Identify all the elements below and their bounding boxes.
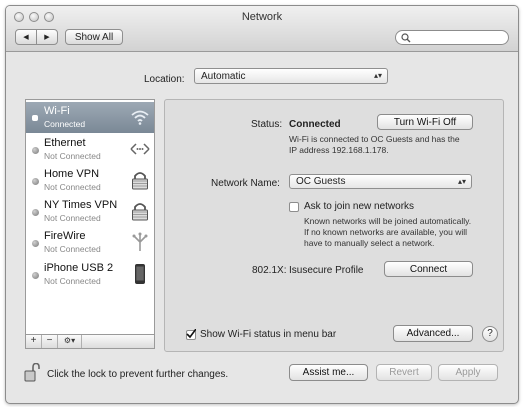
search-field[interactable] <box>395 30 509 45</box>
network-name-label: Network Name: <box>211 178 280 189</box>
show-wifi-status-label: Show Wi-Fi status in menu bar <box>200 329 337 340</box>
service-name: Ethernet <box>44 137 86 149</box>
service-item-iphone-usb-2[interactable]: iPhone USB 2 Not Connected <box>26 259 154 290</box>
vpn-lock-icon <box>132 172 148 190</box>
network-name-value: OC Guests <box>296 176 346 187</box>
popup-arrows-icon: ▴▾ <box>373 71 382 80</box>
add-service-button[interactable]: + <box>26 335 42 348</box>
firewire-icon <box>132 232 148 251</box>
action-menu-button[interactable]: ⚙▾ <box>58 335 82 348</box>
checkmark-icon <box>186 329 196 339</box>
service-item-firewire[interactable]: FireWire Not Connected <box>26 227 154 258</box>
ask-to-join-desc-line3: have to manually select a network. <box>304 238 435 248</box>
service-name: Home VPN <box>44 168 100 180</box>
ask-to-join-label: Ask to join new networks <box>304 201 415 212</box>
status-value: Connected <box>289 119 341 130</box>
location-select[interactable]: Automatic ▴▾ <box>194 68 388 84</box>
ask-to-join-desc-line2: If no known networks are available, you … <box>304 227 467 237</box>
popup-arrows-icon: ▴▾ <box>457 177 466 186</box>
status-description-line1: Wi-Fi is connected to OC Guests and has … <box>289 134 460 144</box>
assist-me-button[interactable]: Assist me... <box>289 364 368 381</box>
service-list: Wi-Fi Connected Ethernet Not Connected H… <box>25 99 155 335</box>
service-status: Not Connected <box>44 244 101 254</box>
back-button[interactable]: ◀ <box>15 29 37 45</box>
service-item-ny-times-vpn[interactable]: NY Times VPN Not Connected <box>26 196 154 227</box>
status-dot-icon <box>32 209 39 216</box>
lock-message: Click the lock to prevent further change… <box>47 369 229 380</box>
dot1x-value: Isusecure Profile <box>289 265 364 276</box>
service-name: NY Times VPN <box>44 199 118 211</box>
service-item-ethernet[interactable]: Ethernet Not Connected <box>26 134 154 165</box>
ethernet-icon <box>130 143 150 155</box>
search-icon <box>401 33 411 43</box>
service-item-home-vpn[interactable]: Home VPN Not Connected <box>26 165 154 196</box>
service-name: FireWire <box>44 230 86 242</box>
revert-button[interactable]: Revert <box>376 364 432 381</box>
show-all-button[interactable]: Show All <box>65 29 123 45</box>
help-button[interactable]: ? <box>482 326 498 342</box>
vpn-lock-icon <box>132 203 148 221</box>
remove-service-button[interactable]: − <box>42 335 58 348</box>
wifi-icon <box>131 110 149 125</box>
service-name: iPhone USB 2 <box>44 262 114 274</box>
iphone-icon <box>135 264 145 284</box>
status-description-line2: IP address 192.168.1.178. <box>289 145 389 155</box>
connect-button[interactable]: Connect <box>384 261 473 277</box>
service-status: Not Connected <box>44 182 101 192</box>
show-wifi-status-checkbox[interactable] <box>186 329 196 340</box>
ask-to-join-desc-line1: Known networks will be joined automatica… <box>304 216 472 226</box>
service-list-toolbar: + − ⚙▾ <box>25 335 155 349</box>
ask-to-join-checkbox[interactable] <box>289 202 299 212</box>
status-dot-icon <box>32 147 39 154</box>
service-status: Not Connected <box>44 213 101 223</box>
apply-button[interactable]: Apply <box>438 364 498 381</box>
location-value: Automatic <box>201 70 246 82</box>
turn-wifi-off-button[interactable]: Turn Wi-Fi Off <box>377 114 473 130</box>
service-status: Connected <box>44 119 86 129</box>
lock-icon[interactable] <box>24 363 40 382</box>
status-dot-icon <box>32 240 39 247</box>
service-status: Not Connected <box>44 276 101 286</box>
network-name-select[interactable]: OC Guests ▴▾ <box>289 174 472 189</box>
status-dot-icon <box>32 115 38 121</box>
dot1x-label: 802.1X: <box>252 265 287 276</box>
status-label: Status: <box>251 119 283 130</box>
window-title: Network <box>241 11 283 23</box>
network-window: Network ◀ ▶ Show All Location: Automatic… <box>5 5 519 404</box>
title-bar: Network ◀ ▶ Show All <box>6 6 518 52</box>
detail-panel: Status: Connected Turn Wi-Fi Off Wi-Fi i… <box>164 99 504 352</box>
forward-button[interactable]: ▶ <box>36 29 58 45</box>
location-label: Location: <box>144 74 185 85</box>
service-status: Not Connected <box>44 151 101 161</box>
advanced-button[interactable]: Advanced... <box>393 325 473 342</box>
status-dot-icon <box>32 178 39 185</box>
status-dot-icon <box>32 272 39 279</box>
service-item-wifi[interactable]: Wi-Fi Connected <box>26 102 154 133</box>
service-name: Wi-Fi <box>44 105 70 117</box>
